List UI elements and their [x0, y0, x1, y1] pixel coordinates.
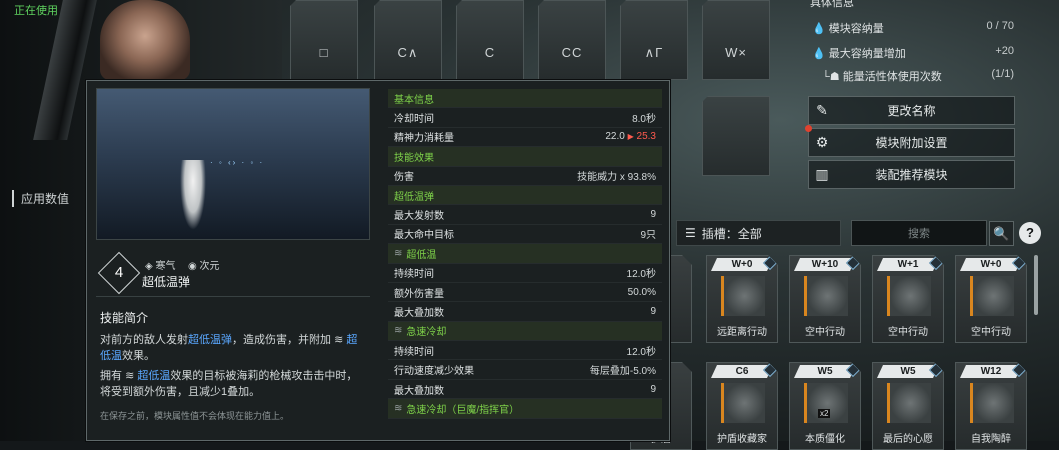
module-slot[interactable]: [702, 96, 770, 176]
module-card[interactable]: W+10 空中行动: [789, 255, 861, 343]
edit-icon: ✎: [816, 102, 828, 118]
slot-type-icon: C: [484, 45, 496, 60]
character-portrait: [100, 0, 190, 80]
stat-row: 最大命中目标 9只: [388, 225, 662, 245]
details-header: 具体信息: [810, 0, 854, 9]
max-capacity-row: 💧 最大容纳量增加 +20: [812, 45, 1014, 60]
search-icon[interactable]: 🔍: [989, 221, 1014, 246]
dimension-icon: ◉: [188, 261, 197, 272]
stat-row: 持续时间 12.0秒: [388, 264, 662, 283]
stat-row: 最大叠加数 9: [388, 302, 662, 322]
stat-row: 冷却时间 8.0秒: [388, 108, 662, 128]
equip-recommended-button[interactable]: ▥ 装配推荐模块: [808, 160, 1015, 189]
help-icon[interactable]: ?: [1019, 222, 1041, 244]
stat-row: 精神力消耗量 22.0 ▶ 25.3: [388, 128, 662, 148]
module-art: [970, 383, 1014, 423]
layers-icon: ☰: [685, 226, 696, 240]
projectile-effect: · ◦ ‹› · ◦ ·: [210, 158, 265, 167]
slot-type-icon: ∧Γ: [644, 45, 664, 60]
skill-stats-table: 基本信息 冷却时间 8.0秒 精神力消耗量 22.0 ▶ 25.3 技能效果 伤害技…: [388, 89, 662, 419]
stat-row: 持续时间 12.0秒: [388, 341, 662, 361]
search-input[interactable]: 搜索: [851, 220, 987, 246]
module-slot[interactable]: CC: [538, 0, 606, 80]
section-header: 技能效果: [388, 147, 662, 167]
module-card[interactable]: W12 自我陶醉: [955, 362, 1027, 450]
character-figure: [180, 160, 206, 230]
module-art: [721, 383, 765, 423]
stat-row: 最大叠加数 9: [388, 380, 662, 400]
module-art: [721, 276, 765, 316]
stat-row: 额外伤害量 50.0%: [388, 283, 662, 303]
slot-filter-dropdown[interactable]: ☰ 插槽：全部: [676, 220, 841, 246]
module-art: [887, 383, 931, 423]
module-art: [970, 276, 1014, 316]
drop-plus-icon: 💧: [812, 48, 826, 60]
skill-intro-header: 技能简介: [100, 311, 149, 325]
element-tag: ◈ 寒气: [145, 261, 176, 272]
module-card[interactable]: W5 x2 本质僵化: [789, 362, 861, 450]
section-header: 超低温弹: [388, 185, 662, 206]
slot-type-icon: W×: [725, 45, 747, 60]
module-slot[interactable]: W×: [702, 0, 770, 80]
module-card[interactable]: W+0 空中行动: [955, 255, 1027, 343]
module-slot[interactable]: ∧Γ: [620, 0, 688, 80]
divider: [96, 296, 370, 297]
module-settings-button[interactable]: ⚙ 模块附加设置: [805, 125, 1015, 157]
slot-type-icon: □: [319, 45, 329, 60]
stat-row: 最大发射数 9: [388, 205, 662, 225]
save-note: 在保存之前，模块属性值不会体现在能力值上。: [100, 411, 290, 421]
capacity-row: 💧 模块容纳量 0 / 70: [812, 20, 1014, 35]
skill-number: 4: [114, 264, 124, 281]
skill-name: 超低温弹: [142, 275, 191, 289]
module-slot[interactable]: C∧: [374, 0, 442, 80]
in-use-label: 正在使用: [14, 5, 58, 17]
module-slot[interactable]: □: [290, 0, 358, 80]
module-card[interactable]: C6 护盾收藏家: [706, 362, 778, 450]
skill-description-2: 拥有 ≋ 超低温效果的目标被海莉的枪械攻击击中时，将受到额外伤害，且减少1叠加。: [100, 370, 358, 398]
module-list-scrollbar[interactable]: [1034, 255, 1038, 315]
section-header: ≋ 急速冷却（巨魔/指挥官）: [388, 399, 662, 419]
stat-row: 伤害 技能威力 x 93.8%: [388, 167, 662, 186]
section-header: ≋ 急速冷却: [388, 321, 662, 342]
chill-icon: ◈: [145, 261, 153, 272]
frost-icon: ≋: [394, 402, 403, 414]
stat-row: 行动速度减少效果 每层叠加-5.0%: [388, 360, 662, 380]
frost-icon: ≋: [125, 370, 135, 382]
frost-icon: ≋: [394, 247, 403, 259]
frost-icon: ≋: [394, 325, 403, 337]
module-slot[interactable]: C: [456, 0, 524, 80]
module-card[interactable]: W+0 远距离行动: [706, 255, 778, 343]
stack-badge: x2: [820, 409, 829, 418]
rename-button[interactable]: ✎ 更改名称: [808, 96, 1015, 125]
skill-description-1: 对前方的敌人发射超低温弹，造成伤害，并附加 ≋ 超低温效果。: [100, 334, 358, 362]
module-art: [887, 276, 931, 316]
energy-activator-icon: └☗: [822, 71, 840, 83]
section-header: ≋ 超低温: [388, 244, 662, 264]
slot-type-icon: C∧: [397, 45, 419, 60]
section-header: 基本信息: [388, 89, 662, 109]
arche-tag: ◉ 次元: [188, 261, 220, 272]
notification-dot: [805, 125, 812, 132]
module-card[interactable]: W+1 空中行动: [872, 255, 944, 343]
module-art: [804, 276, 848, 316]
drop-icon: 💧: [812, 23, 826, 35]
frost-icon: ≋: [334, 334, 344, 346]
module-card[interactable]: W5 最后的心愿: [872, 362, 944, 450]
bar-chart-icon: ▥: [815, 166, 829, 182]
apply-values-tab[interactable]: 应用数值: [12, 190, 69, 207]
energy-activator-row: └☗ 能量活性体使用次数 (1/1): [822, 68, 1014, 83]
gear-icon: ⚙: [815, 134, 829, 150]
slot-type-icon: CC: [561, 45, 583, 60]
